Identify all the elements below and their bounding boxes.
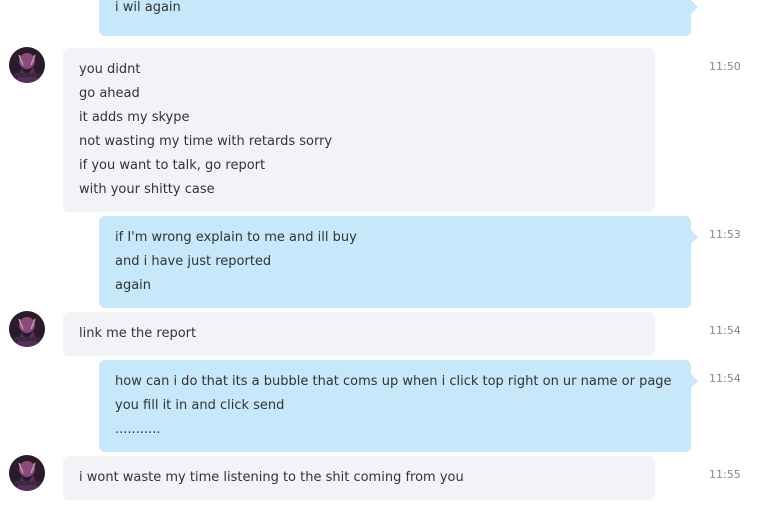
message-line: go ahead — [79, 86, 140, 101]
message-timestamp: 11:50 — [709, 60, 741, 73]
message-timestamp: 11:53 — [709, 228, 741, 241]
message-line: how can i do that its a bubble that coms… — [115, 374, 672, 389]
message-bubble-outgoing[interactable]: i wil again — [99, 0, 698, 36]
message-line: i wil again — [115, 0, 181, 15]
message-line: you didnt — [79, 62, 141, 77]
message-bubble-incoming[interactable]: i wont waste my time listening to the sh… — [63, 456, 655, 500]
message-line: if I'm wrong explain to me and ill buy — [115, 230, 357, 245]
message-timestamp: 11:55 — [709, 468, 741, 481]
contact-avatar-icon[interactable] — [9, 311, 45, 347]
message-line: link me the report — [79, 326, 197, 341]
message-line: not wasting my time with retards sorry — [79, 134, 333, 149]
message-line: you fill it in and click send — [115, 398, 285, 413]
message-timestamp: 11:54 — [709, 324, 741, 337]
contact-avatar-icon[interactable] — [9, 455, 45, 491]
message-bubble-outgoing[interactable]: how can i do that its a bubble that coms… — [99, 360, 698, 452]
message-line: i wont waste my time listening to the sh… — [79, 470, 464, 485]
message-bubble-incoming[interactable]: you didnt go ahead it adds my skype not … — [63, 48, 655, 212]
chat-conversation: i wil again you didnt go ahead it adds m… — [0, 0, 760, 526]
message-bubble-incoming[interactable]: link me the report — [63, 312, 655, 356]
message-line: ........... — [115, 422, 161, 437]
message-line: again — [115, 278, 152, 293]
contact-avatar-icon[interactable] — [9, 47, 45, 83]
message-bubble-outgoing[interactable]: if I'm wrong explain to me and ill buy a… — [99, 216, 698, 308]
message-line: and i have just reported — [115, 254, 272, 269]
message-line: it adds my skype — [79, 110, 190, 125]
message-timestamp: 11:54 — [709, 372, 741, 385]
message-line: with your shitty case — [79, 182, 215, 197]
message-line: if you want to talk, go report — [79, 158, 266, 173]
